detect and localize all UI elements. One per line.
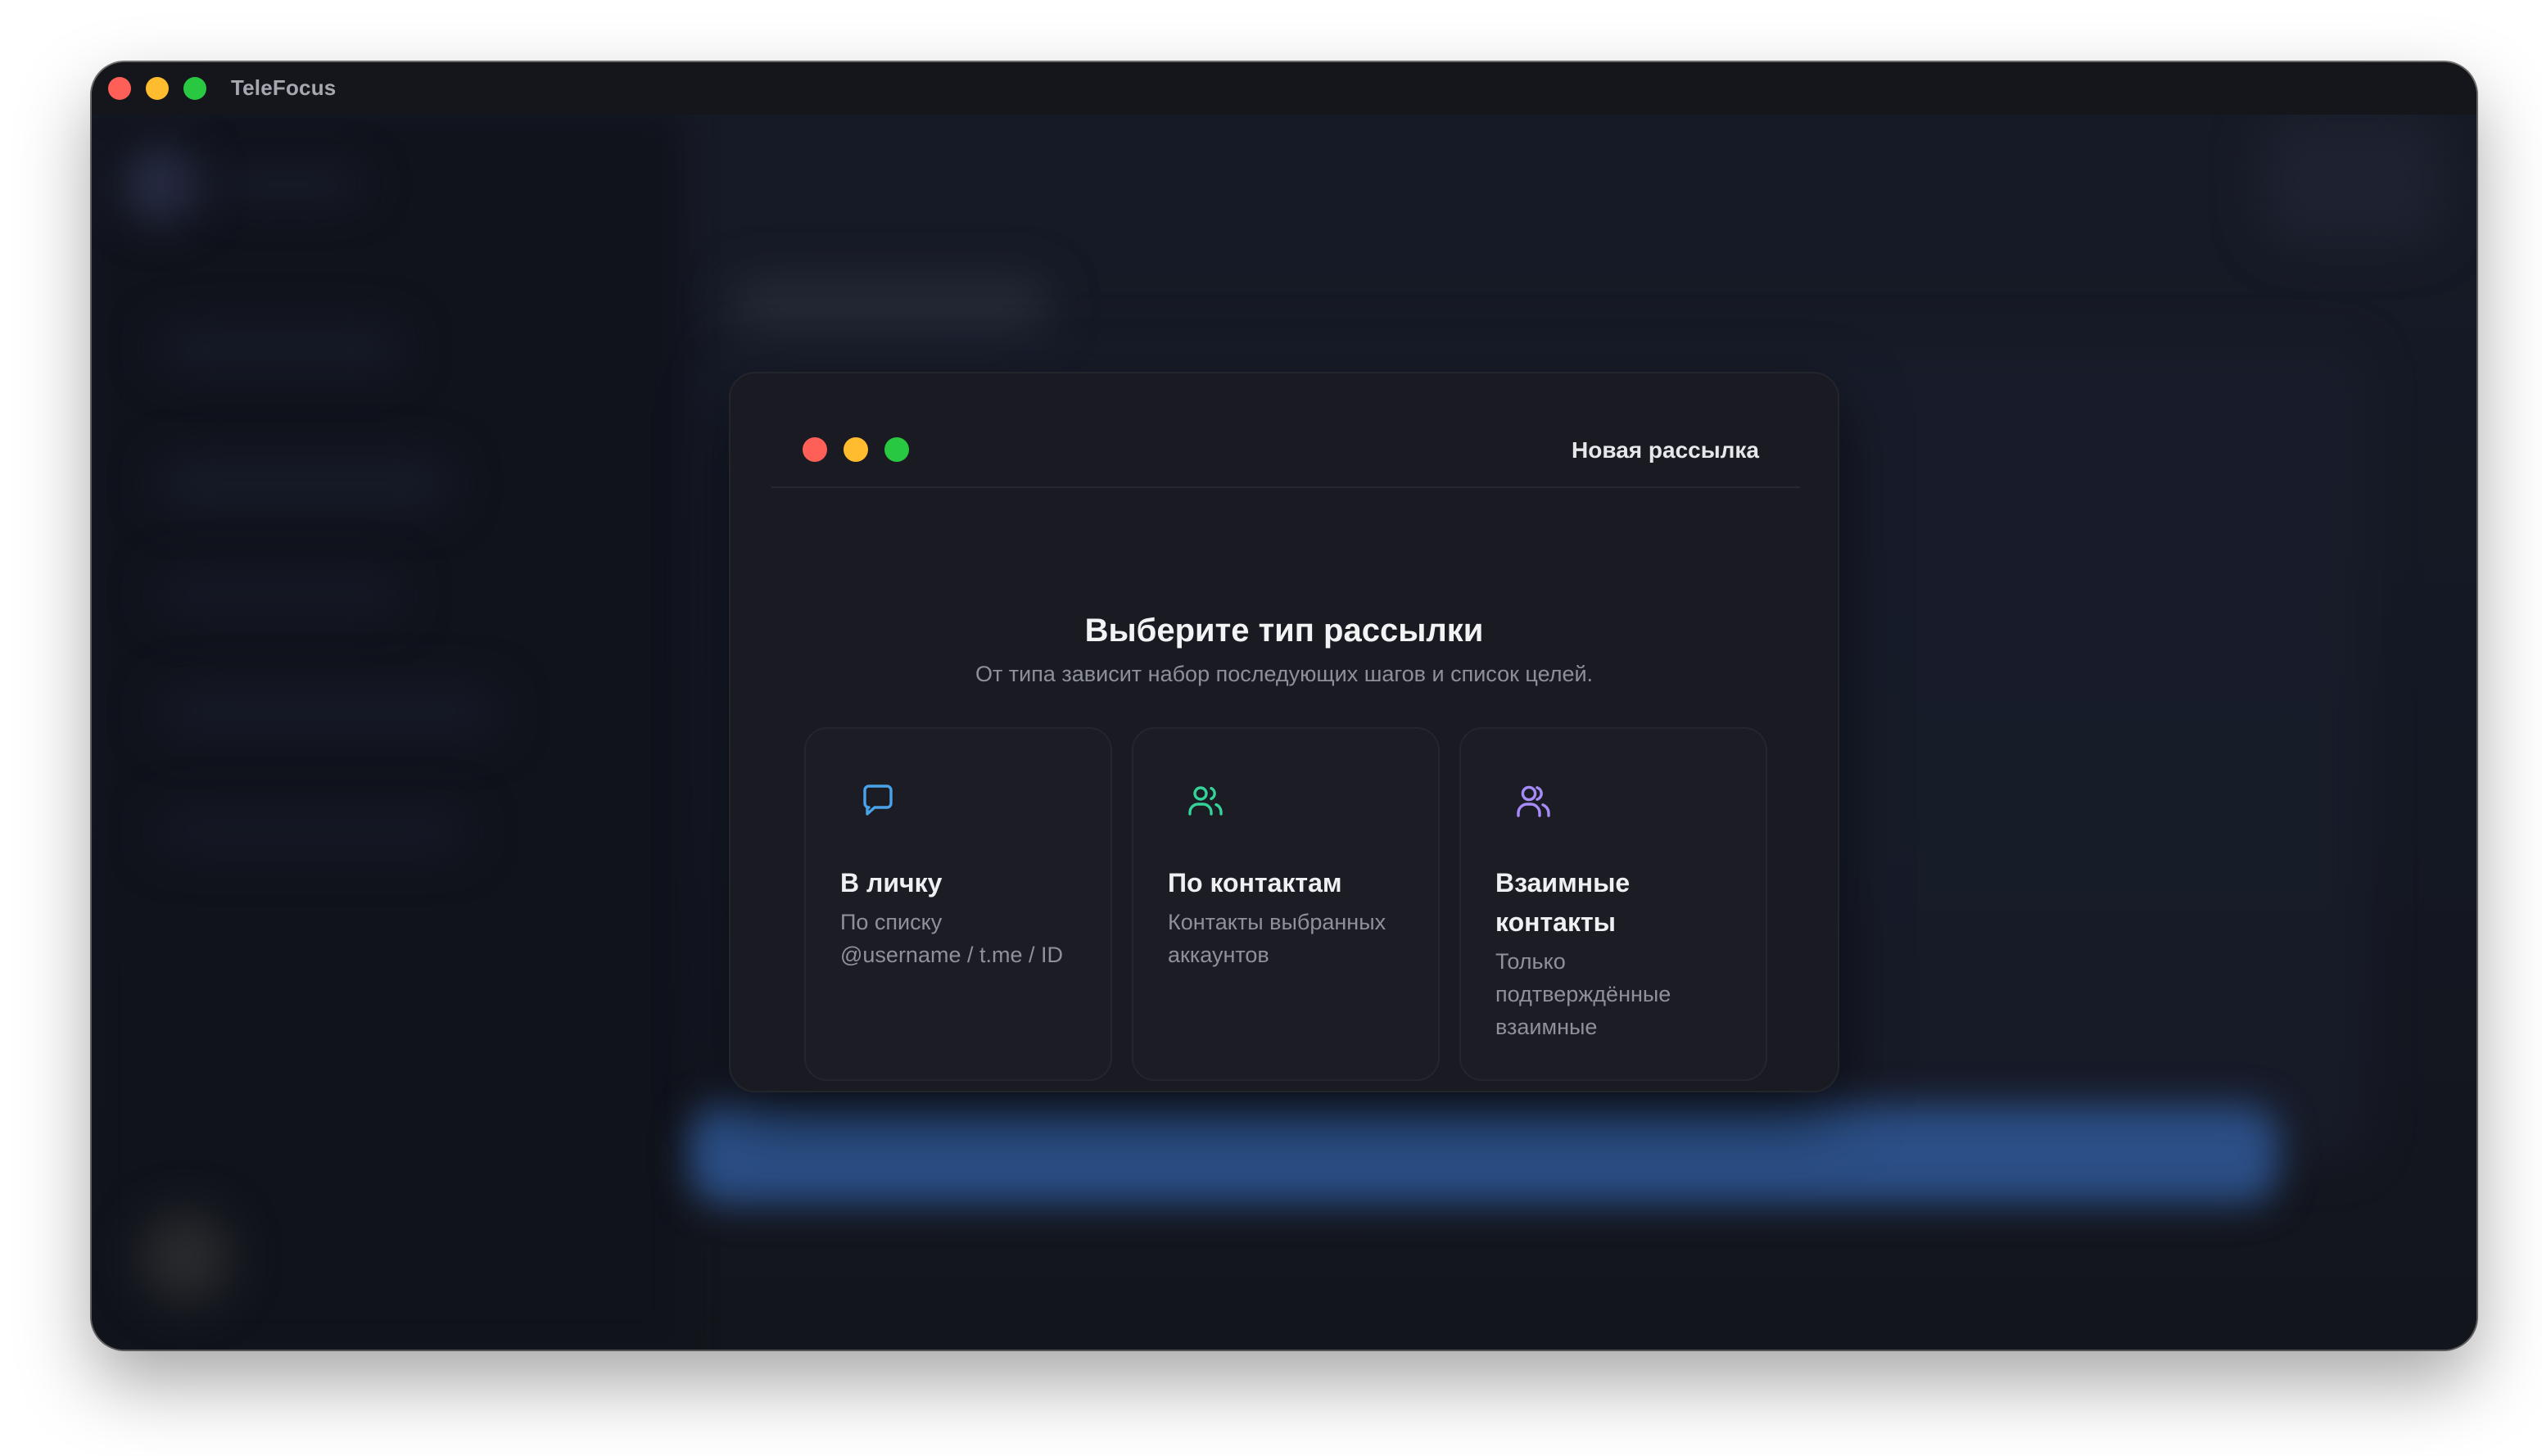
background-nav-item — [157, 459, 452, 508]
dialog-close-button[interactable] — [803, 437, 827, 462]
dialog-minimize-button[interactable] — [844, 437, 868, 462]
dialog-heading: Выберите тип рассылки — [1084, 613, 1484, 649]
option-description: По списку @username / t.me / ID — [840, 910, 1063, 967]
app-titlebar: TeleFocus — [92, 62, 2476, 115]
background-primary-button — [690, 1106, 2278, 1204]
dialog-subheading: От типа зависит набор последующих шагов … — [975, 662, 1594, 686]
background-page-heading — [730, 278, 1050, 336]
minimize-window-button[interactable] — [146, 77, 169, 100]
app-window: TeleFocus Новая рассылка Выберите тип ра… — [92, 62, 2476, 1350]
dialog-header: Новая рассылка — [771, 373, 1800, 488]
close-window-button[interactable] — [108, 77, 131, 100]
option-title: По контактам — [1168, 868, 1342, 898]
background-app-name — [215, 172, 362, 197]
dialog-title: Новая рассылка — [1572, 437, 1759, 463]
background-nav-item — [157, 573, 403, 614]
maximize-window-button[interactable] — [183, 77, 206, 100]
message-bubble-icon — [858, 781, 898, 821]
new-campaign-dialog: Новая рассылка Выберите тип рассылки От … — [729, 372, 1839, 1092]
background-corner-element — [2262, 115, 2442, 246]
users-icon — [1186, 781, 1225, 821]
option-description: Только подтверждённые взаимные — [1495, 949, 1671, 1039]
background-nav-item — [157, 811, 468, 852]
background-nav-item — [157, 328, 403, 369]
option-description: Контакты выбранных аккаунтов — [1168, 910, 1386, 967]
option-title: Взаимные контакты — [1495, 868, 1631, 937]
background-user-avatar — [141, 1212, 231, 1302]
background-nav-item — [157, 688, 501, 737]
app-title: TeleFocus — [231, 75, 337, 100]
background-avatar — [124, 147, 198, 221]
campaign-type-options: В личку По списку @username / t.me / ID — [804, 727, 1767, 1081]
option-card-direct[interactable]: В личку По списку @username / t.me / ID — [804, 727, 1112, 1081]
users-mutual-icon — [1513, 781, 1553, 821]
dialog-maximize-button[interactable] — [884, 437, 909, 462]
option-title: В личку — [840, 868, 943, 898]
option-card-contacts[interactable]: По контактам Контакты выбранных аккаунто… — [1132, 727, 1440, 1081]
option-card-mutual[interactable]: Взаимные контакты Только подтверждённые … — [1459, 727, 1767, 1081]
